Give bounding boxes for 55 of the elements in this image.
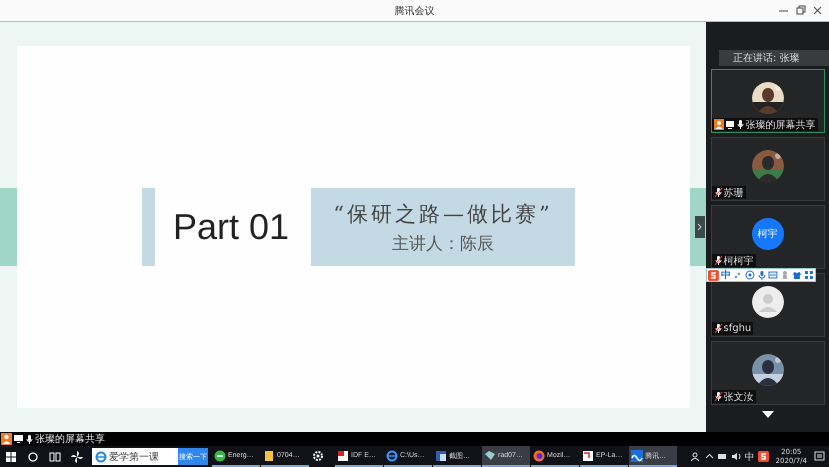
slide-heading: Part 01 [172,206,290,248]
document-icon [582,450,594,462]
slide-title: “保研之路—做比赛” [333,200,553,228]
gear-icon [312,450,324,462]
person-icon [1,433,12,445]
microphone-icon [25,434,33,444]
participant-name: 柯柯宇 [724,254,754,268]
shirt-icon[interactable] [792,270,802,280]
window-title: 腾讯会议 [394,4,434,18]
search-icon [27,450,39,462]
microphone-icon[interactable] [756,270,766,280]
participant-name: sfghu [724,323,752,334]
task-view-icon [49,450,61,462]
speaking-label: 正在讲话: 张璨 [733,52,800,65]
muted-microphone-icon [714,391,722,402]
minimize-icon [779,10,788,12]
participant-name: 苏珊 [724,186,744,200]
screen-share-label: 张璨的屏幕共享 [35,432,105,446]
grid-icon[interactable] [804,270,814,280]
document-icon [435,450,447,462]
people-icon[interactable] [690,451,702,462]
caret-up-icon[interactable] [704,452,714,461]
document-icon [337,450,349,462]
screen-icon [14,434,23,444]
muted-microphone-icon [714,187,722,198]
video-tile[interactable]: 张璨的屏幕共享 [710,69,824,133]
video-tile[interactable]: 柯宇 柯柯宇 [710,205,824,269]
speaker-icon[interactable] [730,452,742,461]
muted-microphone-icon [714,323,722,334]
muted-microphone-icon [714,255,722,266]
person-icon [714,119,724,130]
browser-search-field[interactable]: 爱学第一课 [92,448,178,465]
chevron-right-icon [697,223,703,231]
video-tile[interactable]: 张文汝 [710,341,824,405]
expand-panel-button[interactable] [695,216,705,238]
initials-avatar: 柯宇 [752,218,784,250]
pinwheel-icon [71,450,83,462]
video-tile[interactable]: 苏珊 [710,137,824,201]
person-icon [752,286,784,318]
sogou-logo-icon[interactable] [758,451,769,462]
screen-icon [724,120,734,130]
browser-icon [95,450,107,462]
meeting-app-icon [631,450,643,462]
input-language-indicator[interactable]: 中 [744,450,755,464]
windows-logo-icon [5,450,17,462]
presenter-text: 主讲人：陈辰 [392,232,494,254]
battery-icon[interactable] [716,452,728,461]
folder-icon [263,450,275,462]
microphone-icon [736,119,744,130]
caret-down-icon[interactable] [762,411,774,419]
notification-icon[interactable] [814,451,825,462]
participant-name: 张文汝 [724,390,754,404]
browser-icon [386,450,398,462]
participant-name: 张璨的屏幕共享 [746,118,816,132]
firefox-icon [533,450,545,462]
